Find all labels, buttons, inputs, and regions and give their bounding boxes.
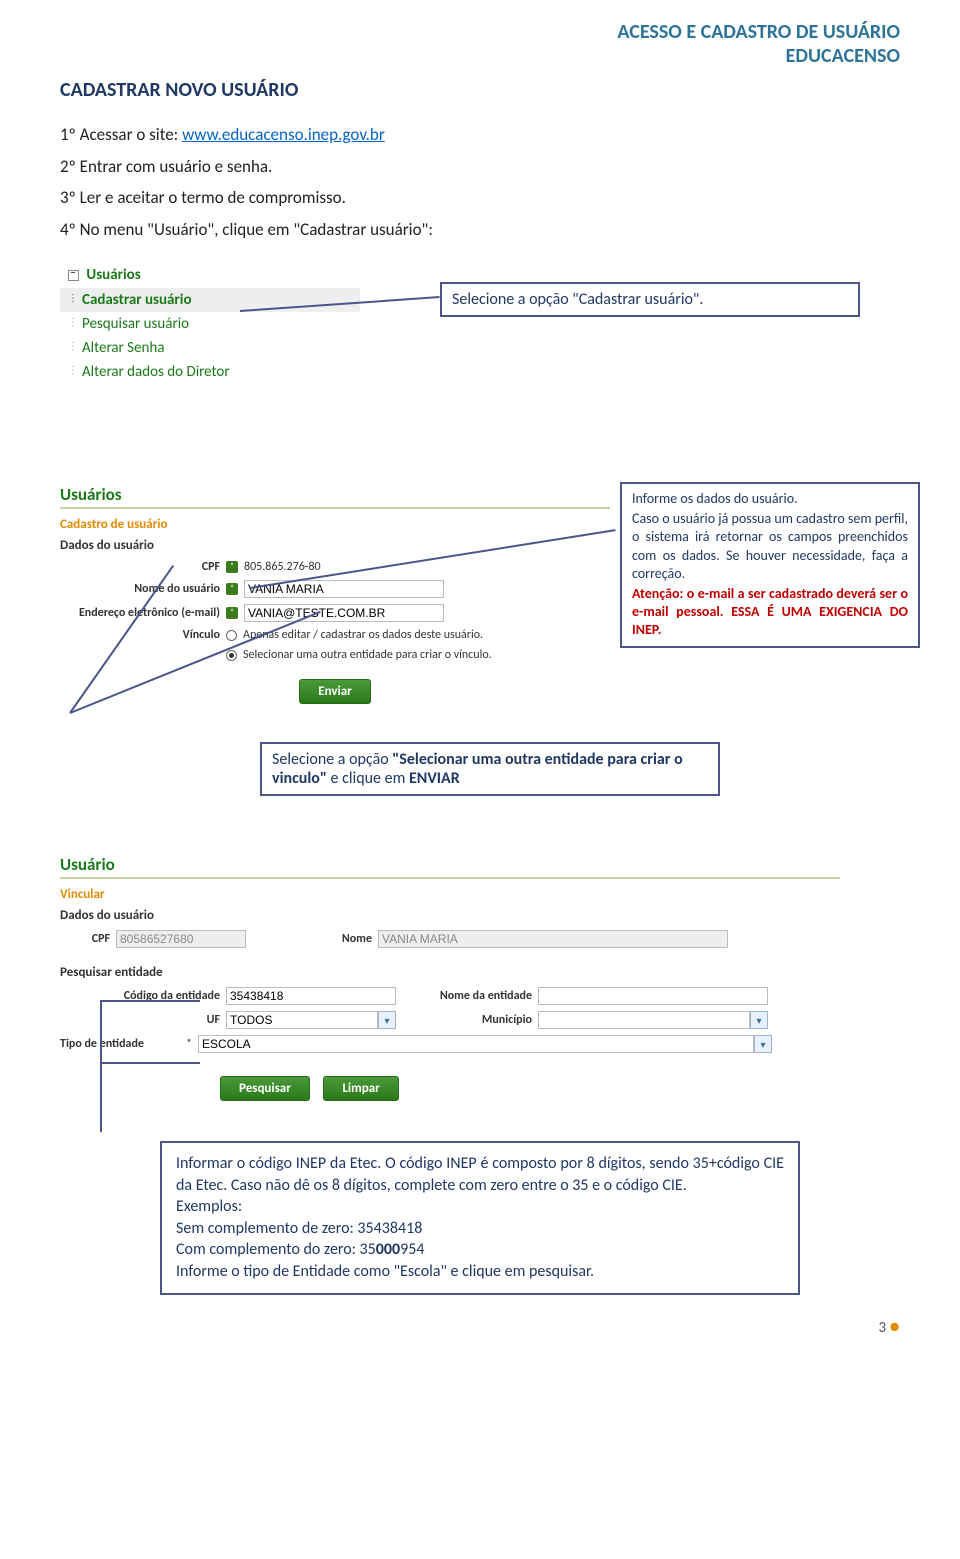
- callout-informe-dados: Informe os dados do usuário. Caso o usuá…: [620, 482, 920, 648]
- radio-selecionar[interactable]: [226, 650, 237, 661]
- header-line2: EDUCACENSO: [60, 44, 900, 68]
- footer-text: Informar o código INEP da Etec. O código…: [176, 1154, 784, 1281]
- row-uf: UF ▾ Município ▾: [60, 1008, 840, 1032]
- required-icon: *: [186, 1037, 192, 1051]
- bullet-icon: ⋮: [68, 291, 80, 304]
- form-section: Dados do usuário: [60, 534, 610, 557]
- form2-section1: Dados do usuário: [60, 904, 840, 927]
- chevron-down-icon[interactable]: ▾: [750, 1011, 768, 1029]
- collapse-icon[interactable]: [68, 270, 79, 281]
- form2-title: Usuário: [60, 852, 840, 877]
- bullet-icon: ⋮: [68, 315, 80, 328]
- row-vinculo2: Selecionar uma outra entidade para criar…: [60, 645, 610, 665]
- row-codigo: Código da entidade Nome da entidade: [60, 984, 840, 1008]
- nome2-label: Nome: [302, 932, 372, 946]
- row-vinculo: Vínculo Apenas editar / cadastrar os dad…: [60, 625, 610, 645]
- row-tipo: Tipo de entidade * ▾: [60, 1032, 840, 1056]
- radio-editar[interactable]: [226, 630, 237, 641]
- menu-item-pesquisar[interactable]: ⋮ Pesquisar usuário: [60, 312, 360, 336]
- header-block: ACESSO E CADASTRO DE USUÁRIO EDUCACENSO: [60, 20, 900, 68]
- email-input[interactable]: [244, 604, 444, 622]
- page-number: 3: [879, 1319, 887, 1337]
- callout-text-a: Informe os dados do usuário.: [632, 490, 908, 508]
- page-number-block: 3●: [60, 1315, 900, 1337]
- codigo-input[interactable]: [226, 987, 396, 1005]
- bullet-icon: ⋮: [68, 339, 80, 352]
- cpf2-input: [116, 930, 246, 948]
- radio-editar-label: Apenas editar / cadastrar os dados deste…: [243, 628, 483, 642]
- callout-text-b: Caso o usuário já possua um cadastro sem…: [632, 510, 908, 583]
- pesquisar-button[interactable]: Pesquisar: [220, 1076, 310, 1101]
- section-title: CADASTRAR NOVO USUÁRIO: [60, 78, 900, 102]
- mun-label: Município: [402, 1013, 532, 1027]
- menu-item-alterar-senha[interactable]: ⋮ Alterar Senha: [60, 336, 360, 360]
- nome2-input: [378, 930, 728, 948]
- required-icon: *: [226, 607, 238, 619]
- callout-text-c: Atenção: o e-mail a ser cadastrado dever…: [632, 585, 908, 640]
- menu-item-label: Alterar Senha: [82, 339, 164, 357]
- uf-select[interactable]: [226, 1011, 378, 1029]
- callout-line-vertical: [100, 1002, 102, 1132]
- limpar-button[interactable]: Limpar: [323, 1076, 398, 1101]
- step-1: 1º Acessar o site: www.educacenso.inep.g…: [60, 122, 900, 148]
- menu-item-label: Cadastrar usuário: [82, 291, 192, 309]
- callout-text: Selecione a opção "Cadastrar usuário".: [452, 290, 703, 309]
- nomee-input[interactable]: [538, 987, 768, 1005]
- mun-select[interactable]: [538, 1011, 750, 1029]
- form2-subtitle: Vincular: [60, 885, 840, 904]
- step-1-pre: 1º Acessar o site:: [60, 124, 182, 145]
- callout-line: [100, 1000, 200, 1002]
- callout-select-cadastrar: Selecione a opção "Cadastrar usuário".: [440, 282, 860, 317]
- menu-screenshot: Usuários ⋮ Cadastrar usuário ⋮ Pesquisar…: [60, 262, 360, 422]
- nome-label: Nome do usuário: [60, 582, 220, 596]
- row-email: Endereço eletrônico (e-mail) *: [60, 601, 610, 625]
- step-2: 2º Entrar com usuário e senha.: [60, 154, 900, 180]
- nomee-label: Nome da entidade: [402, 989, 532, 1003]
- cpf-value: 805.865.276-80: [244, 560, 321, 574]
- chevron-down-icon[interactable]: ▾: [378, 1011, 396, 1029]
- required-icon: *: [226, 561, 238, 573]
- form-title: Usuários: [60, 482, 610, 507]
- tipo-label: Tipo de entidade: [60, 1037, 180, 1051]
- cpf-label: CPF: [60, 560, 220, 574]
- menu-item-label: Alterar dados do Diretor: [82, 363, 230, 381]
- step-4: 4º No menu "Usuário", clique em "Cadastr…: [60, 217, 900, 243]
- uf-label: UF: [60, 1013, 220, 1027]
- c3-end: ENVIAR: [409, 769, 460, 788]
- site-link[interactable]: www.educacenso.inep.gov.br: [182, 124, 385, 145]
- tipo-select[interactable]: [198, 1035, 754, 1053]
- header-line1: ACESSO E CADASTRO DE USUÁRIO: [60, 20, 900, 44]
- menu-item-label: Pesquisar usuário: [82, 315, 189, 333]
- c3-post: e clique em: [327, 769, 409, 788]
- c3-pre: Selecione a opção: [272, 750, 392, 769]
- callout-selecionar-entidade: Selecione a opção "Selecionar uma outra …: [260, 742, 720, 796]
- form-subtitle: Cadastro de usuário: [60, 515, 610, 534]
- menu-header[interactable]: Usuários: [60, 262, 360, 288]
- bullet-icon: ●: [886, 1315, 900, 1337]
- vinculo-label: Vínculo: [60, 628, 220, 642]
- row-nome: Nome do usuário *: [60, 577, 610, 601]
- footer-instructions: Informar o código INEP da Etec. O código…: [160, 1141, 800, 1295]
- menu-item-alterar-diretor[interactable]: ⋮ Alterar dados do Diretor: [60, 360, 360, 384]
- menu-header-label: Usuários: [86, 266, 140, 284]
- callout-line: [100, 1062, 200, 1064]
- required-icon: *: [226, 583, 238, 595]
- radio-selecionar-label: Selecionar uma outra entidade para criar…: [243, 648, 492, 662]
- bullet-icon: ⋮: [68, 363, 80, 376]
- form2-section2: Pesquisar entidade: [60, 961, 840, 984]
- step-3: 3º Ler e aceitar o termo de compromisso.: [60, 185, 900, 211]
- row-cpf2: CPF Nome: [60, 927, 840, 951]
- menu-item-cadastrar[interactable]: ⋮ Cadastrar usuário: [60, 288, 360, 312]
- cpf2-label: CPF: [80, 932, 110, 946]
- chevron-down-icon[interactable]: ▾: [754, 1035, 772, 1053]
- enviar-button[interactable]: Enviar: [299, 679, 371, 704]
